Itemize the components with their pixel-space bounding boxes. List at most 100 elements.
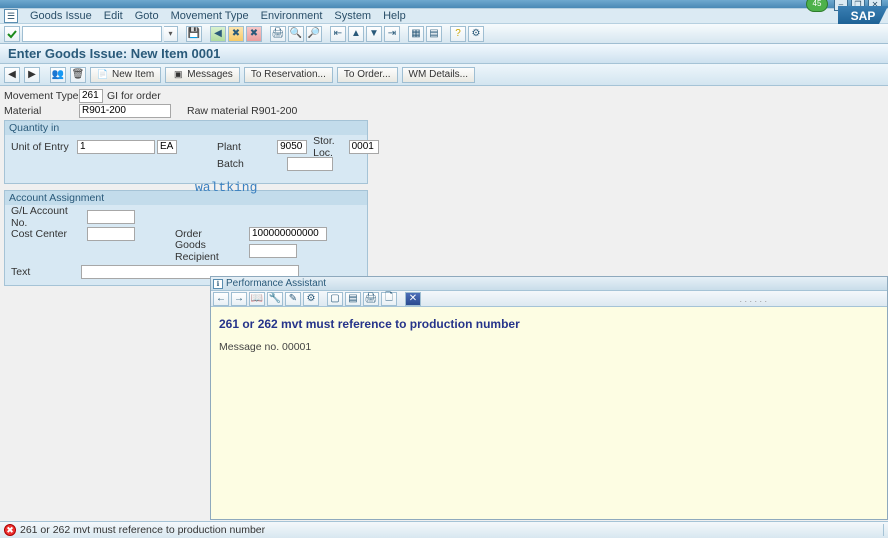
cancel-button[interactable]: ✖ [246,26,262,42]
pa-message-no: Message no. 00001 [219,341,879,353]
material-field[interactable] [79,104,171,118]
find-button[interactable]: 🔍 [288,26,304,42]
movement-type-text: GI for order [107,90,161,102]
stor-loc-field[interactable] [349,140,379,154]
new-item-button[interactable]: 📄New Item [90,67,161,83]
order-field[interactable] [249,227,327,241]
messages-button[interactable]: ▣Messages [165,67,240,83]
batch-label: Batch [217,158,251,170]
plant-field[interactable] [277,140,307,154]
standard-toolbar: ▾ 💾 ◀ ✖ ✖ 🖨 🔍 🔎 ⇤ ▲ ▼ ⇥ ▦ ▤ ? ⚙ [0,24,888,44]
messages-label: Messages [187,69,233,80]
material-label: Material [4,105,79,117]
create-session-button[interactable]: ▦ [408,26,424,42]
help-button[interactable]: ? [450,26,466,42]
first-page-button[interactable]: ⇤ [330,26,346,42]
error-icon: ✖ [4,524,16,536]
goods-recipient-label: Goods Recipient [175,239,249,263]
performance-assistant-toolbar: ← → 📖 🔧 ✎ ⚙ ▢ ▤ 🖨 🗋 ✕ . . . . . . [211,291,887,307]
to-reservation-button[interactable]: To Reservation... [244,67,333,83]
watermark-text: waltking [195,180,257,195]
app-toolbar: ◀ ▶ 👥 🗑 📄New Item ▣Messages To Reservati… [0,64,888,86]
unit-of-entry-uom-field[interactable] [157,140,177,154]
save-button[interactable]: 💾 [186,26,202,42]
movement-type-label: Movement Type [4,90,79,102]
pa-heading: 261 or 262 mvt must reference to product… [219,317,879,331]
pa-dock-button[interactable]: ▤ [345,292,361,306]
menu-edit[interactable]: Edit [104,10,123,22]
plant-label: Plant [217,141,241,153]
status-message: 261 or 262 mvt must reference to product… [20,524,265,536]
pa-other-button[interactable]: 🗋 [381,292,397,306]
generate-shortcut-button[interactable]: ▤ [426,26,442,42]
next-item-button[interactable]: ▶ [24,67,40,83]
movement-type-field[interactable] [79,89,103,103]
menu-movement-type[interactable]: Movement Type [171,10,249,22]
menu-goods-issue[interactable]: Goods Issue [30,10,92,22]
goods-recipient-field[interactable] [249,244,297,258]
performance-assistant-window: ℹ Performance Assistant ← → 📖 🔧 ✎ ⚙ ▢ ▤ … [210,276,888,520]
wm-details-button[interactable]: WM Details... [402,67,475,83]
customize-layout-button[interactable]: ⚙ [468,26,484,42]
prev-item-button[interactable]: ◀ [4,67,20,83]
next-page-button[interactable]: ▼ [366,26,382,42]
account-assignment-title: Account Assignment [5,191,367,205]
pa-drag-handle[interactable]: . . . . . . [739,294,767,304]
exit-button[interactable]: ✖ [228,26,244,42]
pa-print-button[interactable]: 🖨 [363,292,379,306]
menu-system[interactable]: System [334,10,371,22]
find-next-button[interactable]: 🔎 [306,26,322,42]
menu-goto[interactable]: Goto [135,10,159,22]
delete-button[interactable]: 🗑 [70,67,86,83]
pa-tech-info-button[interactable]: 🔧 [267,292,283,306]
performance-assistant-titlebar: ℹ Performance Assistant [211,277,887,291]
stor-loc-label: Stor. Loc. [313,135,344,159]
quantity-group-title: Quantity in [5,121,367,135]
command-field[interactable] [22,26,162,42]
pa-customize-button[interactable]: ⚙ [303,292,319,306]
overview-button[interactable]: 👥 [50,67,66,83]
enter-button[interactable] [4,26,20,42]
performance-assistant-body: 261 or 262 mvt must reference to product… [211,307,887,519]
pa-forward-button[interactable]: → [231,292,247,306]
to-order-button[interactable]: To Order... [337,67,398,83]
print-button[interactable]: 🖨 [270,26,286,42]
gl-account-label: G/L Account No. [11,205,87,229]
prev-page-button[interactable]: ▲ [348,26,364,42]
menu-icon[interactable]: ☰ [4,9,18,23]
menu-environment[interactable]: Environment [261,10,323,22]
command-dropdown-button[interactable]: ▾ [164,26,178,42]
pa-close-button[interactable]: ✕ [405,292,421,306]
to-reservation-label: To Reservation... [251,69,326,80]
cost-center-field[interactable] [87,227,135,241]
performance-assistant-icon: ℹ [213,279,223,289]
back-button[interactable]: ◀ [210,26,226,42]
wm-details-label: WM Details... [409,69,468,80]
new-item-icon: 📄 [97,69,109,81]
menu-help[interactable]: Help [383,10,406,22]
batch-field[interactable] [287,157,333,171]
account-assignment-groupbox: Account Assignment G/L Account No. Cost … [4,190,368,286]
status-bar: ✖ 261 or 262 mvt must reference to produ… [0,521,888,538]
text-label: Text [11,266,81,278]
to-order-label: To Order... [344,69,391,80]
unit-of-entry-label: Unit of Entry [11,141,77,153]
new-item-label: New Item [112,69,154,80]
last-page-button[interactable]: ⇥ [384,26,400,42]
page-title: Enter Goods Issue: New Item 0001 [0,44,888,64]
unit-of-entry-qty-field[interactable] [77,140,155,154]
content-area: Movement Type GI for order Material Raw … [0,86,888,288]
pa-maximize-button[interactable]: ▢ [327,292,343,306]
cost-center-label: Cost Center [11,228,87,240]
messages-icon: ▣ [172,69,184,81]
pa-back-button[interactable]: ← [213,292,229,306]
session-indicator: 45 [806,0,828,12]
pa-note-button[interactable]: ✎ [285,292,301,306]
menu-bar: ☰ Goods Issue Edit Goto Movement Type En… [0,8,888,24]
material-text: Raw material R901-200 [187,105,297,117]
gl-account-field[interactable] [87,210,135,224]
title-bar: 45 – ❐ ✕ [0,0,888,8]
quantity-groupbox: Quantity in Unit of Entry Plant Stor. Lo… [4,120,368,184]
pa-search-button[interactable]: 📖 [249,292,265,306]
performance-assistant-title: Performance Assistant [226,278,326,289]
